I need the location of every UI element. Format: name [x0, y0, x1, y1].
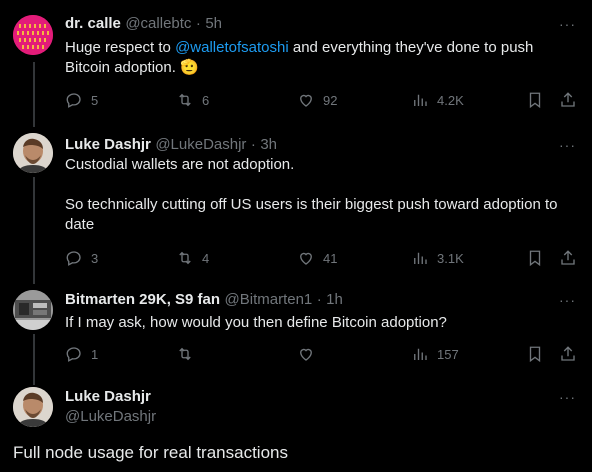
timestamp[interactable]: 1h [326, 291, 343, 308]
avatar[interactable] [13, 15, 53, 55]
separator: · [250, 136, 256, 153]
views-count: 3.1K [437, 250, 464, 266]
bookmark-icon [529, 250, 541, 267]
retweet-button[interactable] [176, 344, 202, 364]
avatar[interactable] [13, 133, 53, 173]
person-portrait-icon [13, 387, 53, 427]
more-options-icon[interactable]: ··· [559, 387, 576, 407]
more-options-icon[interactable]: ··· [559, 135, 576, 155]
tweet-text: Custodial wallets are not adoption. So t… [65, 155, 585, 235]
reply-button[interactable]: 5 [65, 90, 98, 110]
share-icon [561, 250, 575, 265]
reply-icon [66, 251, 81, 266]
separator: · [316, 291, 322, 308]
like-count: 92 [323, 92, 338, 108]
reply-count: 1 [91, 346, 99, 362]
reply-count: 5 [91, 92, 99, 108]
author-handle[interactable]: @LukeDashjr [65, 407, 156, 427]
mention-link[interactable]: @walletofsatoshi [175, 39, 289, 56]
tweet[interactable]: Bitmarten 29K, S9 fan @Bitmarten1 · 1h ·… [0, 285, 592, 375]
tweet[interactable]: dr. calle @callebtc · 5h ··· Huge respec… [0, 0, 592, 120]
share-button[interactable] [559, 248, 577, 268]
tweet-text-part: Huge respect to [65, 39, 176, 56]
like-button[interactable]: 92 [297, 90, 337, 110]
author-name[interactable]: Luke Dashjr [65, 387, 156, 407]
author-name[interactable]: Luke Dashjr [65, 136, 151, 153]
share-button[interactable] [559, 90, 577, 110]
timestamp[interactable]: 3h [260, 136, 277, 153]
tweet-text-line: If I may ask, how would you then define … [65, 314, 447, 331]
retweet-button[interactable]: 6 [176, 90, 209, 110]
views-button[interactable]: 157 [411, 344, 459, 364]
views-count: 157 [437, 346, 459, 362]
person-portrait-icon [13, 133, 53, 173]
heart-icon [300, 252, 312, 265]
reply-icon [66, 93, 81, 108]
like-button[interactable] [297, 344, 323, 364]
tweet-text: If I may ask, how would you then define … [65, 313, 585, 333]
like-count: 41 [323, 250, 338, 266]
retweet-icon [179, 251, 191, 265]
views-chart-icon [414, 252, 427, 264]
share-icon [561, 346, 575, 361]
focused-tweet-text: Full node usage for real transactions [13, 443, 288, 462]
separator: · [195, 15, 201, 32]
reply-button[interactable]: 3 [65, 248, 98, 268]
share-icon [561, 92, 575, 107]
bookmark-button[interactable] [526, 344, 544, 364]
author-handle[interactable]: @callebtc [125, 15, 191, 32]
like-button[interactable]: 41 [297, 248, 337, 268]
reply-icon [66, 347, 81, 362]
avatar-pattern-icon [13, 15, 53, 55]
share-button[interactable] [559, 344, 577, 364]
bookmark-icon [529, 92, 541, 109]
reply-button[interactable]: 1 [65, 344, 98, 364]
retweet-icon [179, 93, 191, 107]
author-name[interactable]: Bitmarten 29K, S9 fan [65, 291, 220, 308]
bookmark-button[interactable] [526, 90, 544, 110]
more-options-icon[interactable]: ··· [559, 14, 576, 34]
retweet-count: 4 [202, 250, 210, 266]
tweet-text-line: date [65, 216, 95, 233]
bookmark-button[interactable] [526, 248, 544, 268]
heart-icon [300, 94, 312, 107]
retweet-count: 6 [202, 92, 210, 108]
more-options-icon[interactable]: ··· [559, 290, 576, 310]
saluting-face-emoji: 🫡 [180, 59, 199, 76]
mining-rig-photo-icon [13, 290, 53, 330]
author-name[interactable]: dr. calle [65, 15, 121, 32]
views-button[interactable]: 4.2K [411, 90, 464, 110]
retweet-icon [179, 347, 191, 361]
tweet-text-part: Bitcoin adoption. [65, 59, 181, 76]
tweet-text-line: Custodial wallets are not adoption. [65, 156, 295, 173]
heart-icon [300, 348, 312, 361]
avatar[interactable] [13, 290, 53, 330]
views-count: 4.2K [437, 92, 464, 108]
tweet-text-line: So technically cutting off US users is t… [65, 196, 558, 213]
views-chart-icon [414, 94, 427, 106]
author-handle[interactable]: @LukeDashjr [155, 136, 246, 153]
author-handle[interactable]: @Bitmarten1 [225, 291, 313, 308]
bookmark-icon [529, 346, 541, 363]
reply-count: 3 [91, 250, 99, 266]
views-button[interactable]: 3.1K [411, 248, 464, 268]
views-chart-icon [414, 348, 427, 360]
tweet[interactable]: Luke Dashjr @LukeDashjr · 3h ··· Custodi… [0, 128, 592, 278]
tweet-text-part: and everything they've done to push [288, 39, 534, 56]
tweet-text: Huge respect to @walletofsatoshi and eve… [65, 38, 585, 78]
avatar[interactable] [13, 387, 53, 427]
retweet-button[interactable]: 4 [176, 248, 209, 268]
timestamp[interactable]: 5h [205, 15, 222, 32]
